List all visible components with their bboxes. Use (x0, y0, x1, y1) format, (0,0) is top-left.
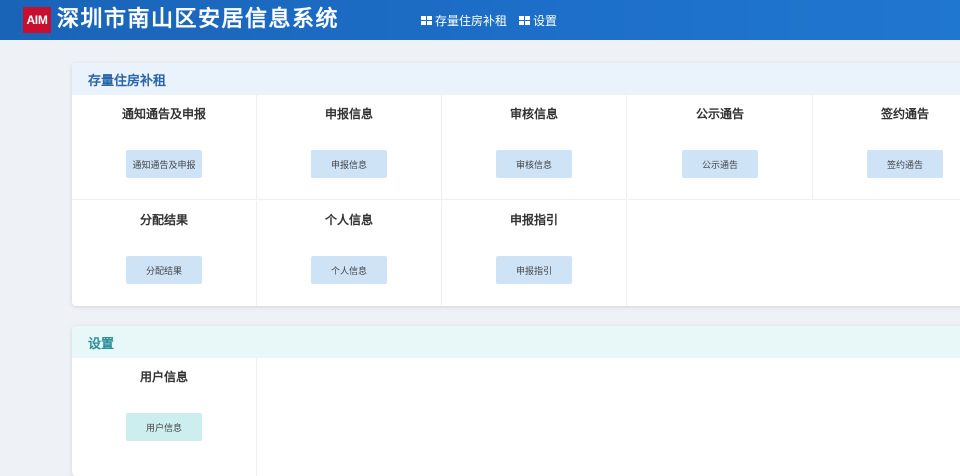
user-info-button[interactable]: 用户信息 (126, 413, 202, 441)
module-title: 用户信息 (139, 370, 188, 384)
module-card: 用户信息 用户信息 (72, 358, 257, 476)
nav-item-label: 设置 (533, 13, 558, 28)
public-notice-button[interactable]: 公示通告 (682, 150, 758, 178)
nav-item-settings[interactable]: 设置 (519, 11, 557, 29)
module-title: 签约通告 (880, 107, 929, 121)
nav-item-label: 存量住房补租 (435, 13, 508, 28)
module-card: 签约通告 签约通告 (813, 95, 960, 200)
review-info-button[interactable]: 审核信息 (496, 150, 572, 178)
section-title: 设置 (72, 326, 960, 358)
allocation-result-button[interactable]: 分配结果 (126, 256, 202, 284)
declare-info-button[interactable]: 申报信息 (311, 150, 387, 178)
module-card: 个人信息 个人信息 (257, 201, 442, 306)
module-card: 通知通告及申报 通知通告及申报 (72, 95, 257, 200)
module-title: 通知通告及申报 (121, 107, 206, 121)
module-title: 个人信息 (324, 213, 373, 227)
aim-logo: AIM (23, 7, 51, 33)
module-title: 审核信息 (509, 107, 558, 121)
section-settings: 设置 用户信息 用户信息 (72, 326, 960, 476)
app-title: 深圳市南山区安居信息系统 (57, 7, 340, 32)
module-title: 公示通告 (695, 107, 744, 121)
section-rental-subsidy: 存量住房补租 通知通告及申报 通知通告及申报 申报信息 申报信息 审核信息 审核… (72, 63, 960, 306)
section-title: 存量住房补租 (72, 63, 960, 95)
module-card: 申报信息 申报信息 (257, 95, 442, 200)
declare-guide-button[interactable]: 申报指引 (496, 256, 572, 284)
top-header: AIM 深圳市南山区安居信息系统 存量住房补租 设置 (0, 0, 960, 40)
notice-declare-button[interactable]: 通知通告及申报 (126, 150, 202, 178)
grid-icon (421, 15, 432, 25)
module-card: 申报指引 申报指引 (442, 201, 627, 306)
nav-item-rental-subsidy[interactable]: 存量住房补租 (421, 11, 507, 29)
module-title: 分配结果 (139, 213, 188, 227)
module-title: 申报信息 (324, 107, 373, 121)
module-title: 申报指引 (509, 213, 558, 227)
module-card: 分配结果 分配结果 (72, 201, 257, 306)
contract-notice-button[interactable]: 签约通告 (867, 150, 943, 178)
grid-icon (519, 15, 530, 25)
module-card: 公示通告 公示通告 (628, 95, 813, 200)
module-card: 审核信息 审核信息 (442, 95, 627, 200)
personal-info-button[interactable]: 个人信息 (311, 256, 387, 284)
